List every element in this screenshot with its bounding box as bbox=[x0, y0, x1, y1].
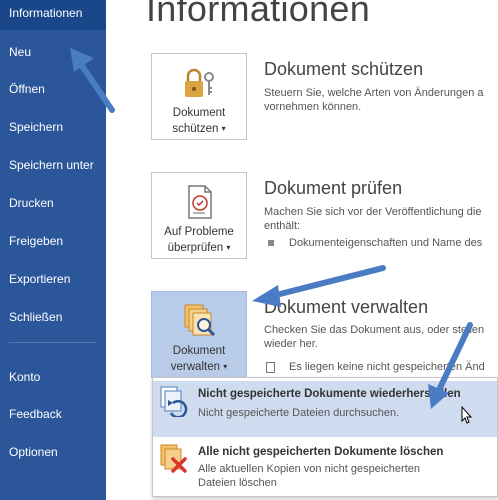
sidebar-item-speichern[interactable]: Speichern bbox=[0, 110, 106, 144]
protect-document-desc-2: vornehmen können. bbox=[264, 101, 362, 113]
backstage-sidebar: Informationen Neu Öffnen Speichern Speic… bbox=[0, 0, 106, 500]
recover-unsaved-documents-item[interactable]: Nicht gespeicherte Dokumente wiederherst… bbox=[153, 381, 497, 437]
check-issues-label-1: Auf Probleme bbox=[164, 226, 234, 238]
protect-document-label-1: Dokument bbox=[172, 107, 226, 119]
bullet-icon bbox=[268, 240, 274, 246]
delete-unsaved-subtitle-2: Dateien löschen bbox=[198, 477, 277, 489]
manage-document-dropdown: Nicht gespeicherte Dokumente wiederherst… bbox=[152, 377, 498, 497]
lock-key-icon bbox=[185, 68, 214, 97]
protect-document-title: Dokument schützen bbox=[264, 59, 424, 79]
recover-unsaved-subtitle: Nicht gespeicherte Dateien durchsuchen. bbox=[198, 407, 400, 419]
inspect-document-icon bbox=[188, 185, 212, 219]
manage-document-label-2: verwalten ▾ bbox=[170, 361, 228, 373]
sidebar-divider bbox=[9, 342, 97, 343]
sidebar-item-schliessen[interactable]: Schließen bbox=[0, 300, 106, 334]
recover-documents-icon bbox=[160, 386, 188, 417]
sidebar-item-oeffnen[interactable]: Öffnen bbox=[0, 72, 106, 106]
sidebar-item-exportieren[interactable]: Exportieren bbox=[0, 262, 106, 296]
document-icon bbox=[266, 362, 275, 373]
protect-document-label-2: schützen ▾ bbox=[172, 123, 226, 135]
sidebar-item-speichern-unter[interactable]: Speichern unter bbox=[0, 148, 106, 182]
delete-documents-icon bbox=[160, 444, 187, 473]
check-issues-label-2: überprüfen ▾ bbox=[167, 242, 231, 254]
delete-unsaved-documents-item[interactable]: Alle nicht gespeicherten Dokumente lösch… bbox=[153, 439, 497, 495]
manage-document-label-1: Dokument bbox=[172, 345, 226, 357]
inspect-document-desc-2: enthält: bbox=[264, 220, 301, 232]
manage-documents-icon bbox=[184, 304, 216, 337]
manage-document-button[interactable]: Dokument verwalten ▾ bbox=[151, 291, 247, 378]
inspect-document-desc-1: Machen Sie sich vor der Veröffentlichung… bbox=[264, 206, 482, 218]
sidebar-item-informationen[interactable]: Informationen bbox=[0, 0, 106, 30]
check-issues-button[interactable]: Auf Probleme überprüfen ▾ bbox=[151, 172, 247, 259]
sidebar-item-feedback[interactable]: Feedback bbox=[0, 397, 106, 431]
delete-unsaved-title: Alle nicht gespeicherten Dokumente lösch… bbox=[198, 446, 444, 458]
sidebar-item-konto[interactable]: Konto bbox=[0, 360, 106, 394]
inspect-document-title: Dokument prüfen bbox=[264, 178, 403, 198]
protect-document-desc-1: Steuern Sie, welche Arten von Änderungen… bbox=[264, 87, 484, 99]
delete-unsaved-subtitle-1: Alle aktuellen Kopien von nicht gespeich… bbox=[198, 463, 420, 475]
sidebar-item-neu[interactable]: Neu bbox=[0, 35, 106, 69]
manage-document-note: Es liegen keine nicht gespeicherten Änd bbox=[289, 361, 485, 373]
sidebar-item-optionen[interactable]: Optionen bbox=[0, 435, 106, 469]
sidebar-item-drucken[interactable]: Drucken bbox=[0, 186, 106, 220]
sidebar-item-freigeben[interactable]: Freigeben bbox=[0, 224, 106, 258]
inspect-document-bullet-text: Dokumenteigenschaften und Name des bbox=[289, 237, 483, 249]
manage-document-desc-1: Checken Sie das Dokument aus, oder stell… bbox=[264, 324, 485, 336]
recover-unsaved-title: Nicht gespeicherte Dokumente wiederherst… bbox=[198, 388, 461, 400]
manage-document-title: Dokument verwalten bbox=[264, 297, 429, 317]
manage-document-desc-2: wieder her. bbox=[264, 338, 318, 350]
page-title: Informationen bbox=[146, 0, 371, 29]
protect-document-button[interactable]: Dokument schützen ▾ bbox=[151, 53, 247, 140]
